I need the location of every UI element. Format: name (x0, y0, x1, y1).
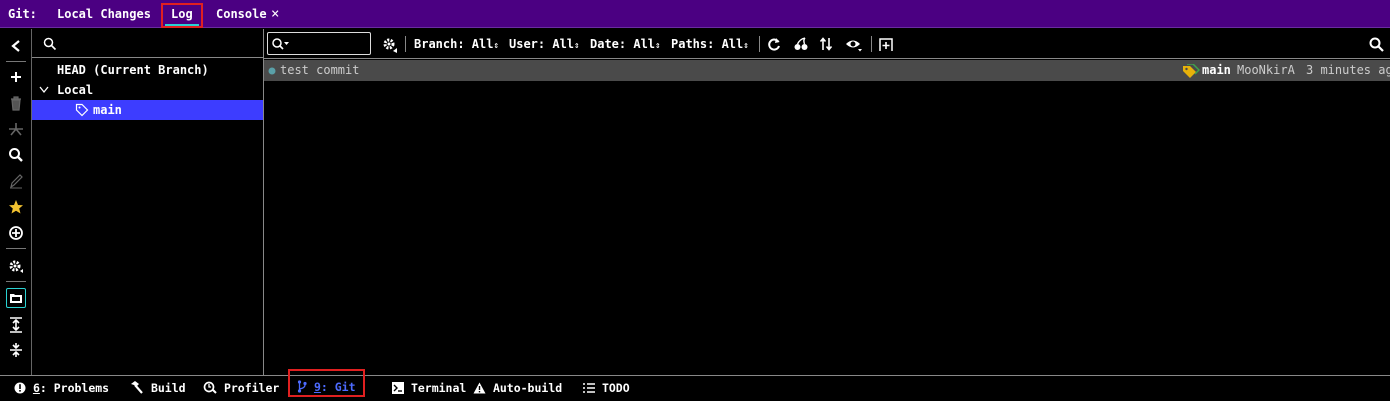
divider (871, 36, 872, 52)
commit-date: 3 minutes ag (1306, 63, 1390, 77)
branch-item-label: main (93, 103, 122, 117)
log-toolbar: Branch: All⇕ User: All⇕ Date: All⇕ Paths… (264, 29, 1390, 59)
log-filter-input[interactable] (267, 32, 371, 55)
expand-all-icon[interactable] (0, 317, 32, 333)
commit-row[interactable]: test commit main MooNkirA 3 minutes ag (264, 60, 1390, 81)
dropdown-arrows-icon: ⇕ (655, 41, 661, 51)
tab-problems[interactable]: 6: Problems (14, 376, 109, 400)
user-filter-label: User: All (509, 37, 575, 51)
branches-panel: HEAD (Current Branch) Local main (32, 29, 264, 375)
sort-icon[interactable] (819, 37, 833, 51)
dropdown-arrows-icon: ⇕ (574, 41, 580, 51)
add-icon[interactable] (0, 70, 32, 84)
profiler-icon (203, 381, 217, 394)
branch-filter-label: Branch: All (414, 37, 494, 51)
search-icon[interactable] (0, 147, 32, 163)
auto-build-label: Auto-build (492, 381, 563, 395)
divider (6, 281, 26, 282)
terminal-icon (392, 382, 404, 394)
todo-label: TODO (601, 381, 630, 395)
problems-label: : Problems (39, 381, 110, 395)
refresh-icon[interactable] (767, 37, 781, 51)
eye-icon[interactable] (845, 38, 863, 52)
star-icon[interactable] (0, 199, 32, 215)
branch-filter-dropdown[interactable]: Branch: All⇕ (414, 29, 499, 59)
hammer-icon (131, 381, 143, 394)
divider (405, 36, 406, 52)
branch-group-local[interactable]: Local (32, 80, 263, 100)
folder-toggle-button[interactable] (6, 288, 26, 308)
merge-icon[interactable] (0, 121, 32, 137)
chevron-down-icon[interactable] (39, 86, 49, 94)
branches-toolbar (0, 29, 32, 375)
branch-group-label: Local (57, 83, 94, 97)
list-icon (583, 383, 595, 393)
divider (759, 36, 760, 52)
tab-terminal[interactable]: Terminal (392, 376, 466, 400)
paths-filter-label: Paths: All (671, 37, 744, 51)
tab-build[interactable]: Build (130, 376, 186, 400)
commit-author: MooNkirA (1237, 63, 1295, 77)
build-label: Build (150, 381, 186, 395)
tab-auto-build[interactable]: Auto-build (473, 376, 562, 400)
user-filter-dropdown[interactable]: User: All⇕ (509, 29, 579, 59)
branch-item-main[interactable]: main (32, 100, 263, 120)
delete-icon[interactable] (0, 95, 32, 111)
problems-shortcut: 6 (32, 381, 40, 395)
search-icon (43, 37, 57, 51)
dropdown-arrows-icon: ⇕ (493, 41, 499, 51)
divider (6, 248, 26, 249)
tool-window-tab-bar: Git: Local Changes Log Console × (0, 0, 1390, 28)
cherry-pick-icon[interactable] (793, 37, 809, 51)
branch-head[interactable]: HEAD (Current Branch) (32, 60, 263, 80)
terminal-label: Terminal (410, 381, 467, 395)
profiler-label: Profiler (223, 381, 280, 395)
git-prefix-label: Git: (8, 7, 37, 21)
log-panel: Branch: All⇕ User: All⇕ Date: All⇕ Paths… (264, 29, 1390, 375)
bottom-tool-window-bar: 6: Problems Build Profiler Terminal Auto… (0, 375, 1390, 401)
edit-icon[interactable] (0, 173, 32, 189)
folder-icon (10, 294, 22, 303)
back-arrow-icon[interactable] (0, 39, 32, 53)
search-history-icon (272, 38, 289, 50)
tab-local-changes[interactable]: Local Changes (57, 0, 151, 28)
date-filter-label: Date: All (590, 37, 656, 51)
settings-icon[interactable] (382, 37, 398, 53)
divider (6, 61, 26, 62)
date-filter-dropdown[interactable]: Date: All⇕ (590, 29, 660, 59)
close-icon[interactable]: × (271, 0, 279, 28)
tag-icon (75, 103, 89, 117)
dropdown-arrows-icon: ⇕ (743, 41, 749, 51)
tab-profiler[interactable]: Profiler (203, 376, 279, 400)
paths-filter-dropdown[interactable]: Paths: All⇕ (671, 29, 749, 59)
commit-graph-node (268, 67, 276, 75)
tag-icon (1183, 64, 1200, 78)
settings-icon[interactable] (0, 258, 32, 274)
info-icon (14, 382, 26, 394)
highlight-box-git (288, 369, 365, 397)
search-icon[interactable] (1369, 37, 1384, 52)
tab-todo[interactable]: TODO (583, 376, 630, 400)
collapse-all-icon[interactable] (0, 342, 32, 358)
tab-console[interactable]: Console (216, 0, 267, 28)
commit-message: test commit (280, 63, 360, 77)
warning-icon (473, 382, 486, 394)
branch-head-label: HEAD (Current Branch) (57, 63, 209, 77)
commit-ref-label: main (1202, 63, 1231, 77)
target-icon[interactable] (0, 225, 32, 241)
highlight-box-log (161, 3, 203, 28)
branch-search-field[interactable] (32, 29, 263, 58)
new-tab-icon[interactable] (878, 36, 894, 52)
